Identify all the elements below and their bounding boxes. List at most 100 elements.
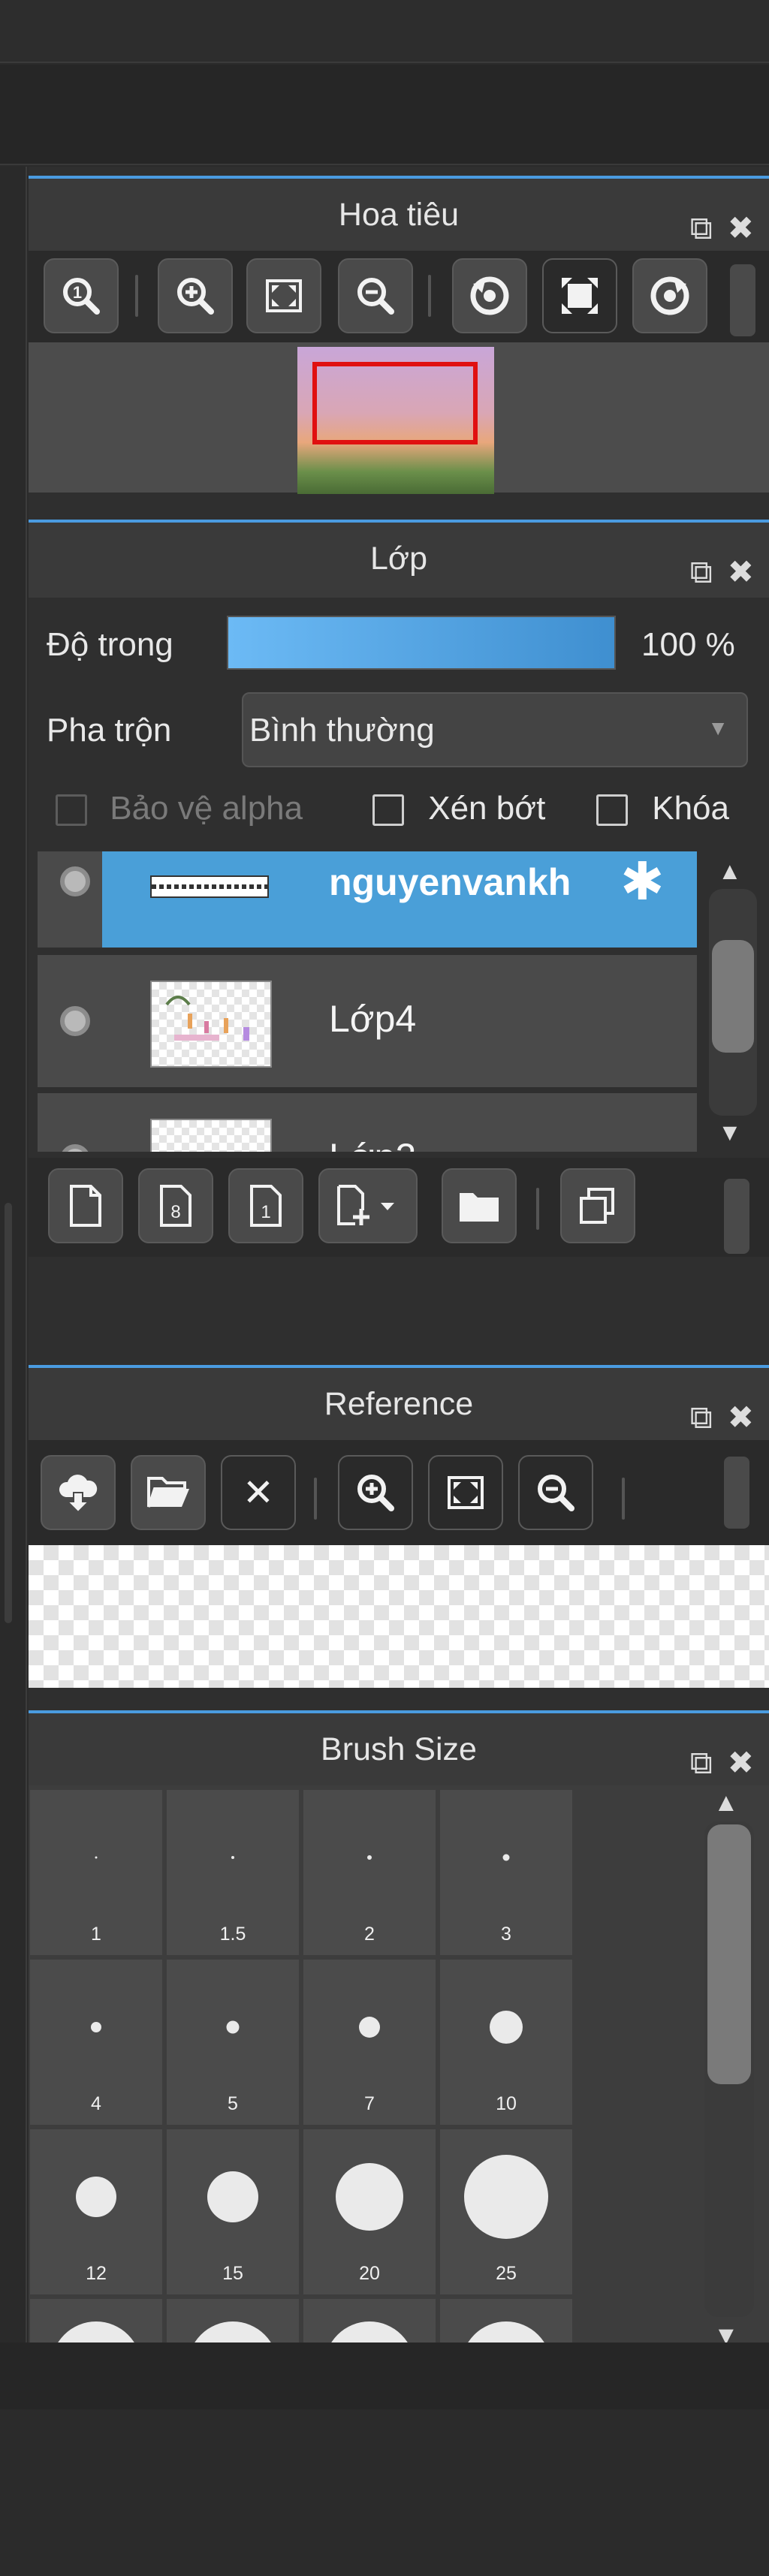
- scrollbar-thumb[interactable]: [712, 940, 754, 1053]
- close-icon[interactable]: ✖: [728, 554, 754, 589]
- brush-size-cell[interactable]: [440, 2299, 572, 2344]
- clip-option[interactable]: Xén bớt: [372, 790, 545, 827]
- reference-fit-screen-button[interactable]: [428, 1455, 503, 1530]
- duplicate-layer-button[interactable]: [560, 1168, 635, 1243]
- layer-row-selected[interactable]: nguyenvankh ✱: [38, 851, 697, 948]
- protect-alpha-label: Bảo vệ alpha: [110, 790, 303, 827]
- add-layer-menu-icon: [337, 1185, 394, 1225]
- new-8bit-layer-button[interactable]: 8: [138, 1168, 213, 1243]
- brush-size-cell[interactable]: 1.5: [167, 1790, 299, 1955]
- scrollbar-thumb[interactable]: [707, 1824, 751, 2084]
- brush-size-header: Brush Size ⧉ ✖: [29, 1710, 769, 1788]
- clip-checkbox[interactable]: [372, 794, 404, 827]
- lock-checkbox[interactable]: [596, 794, 628, 827]
- layer-toolbar-overflow[interactable]: [724, 1179, 749, 1254]
- brush-size-scrollbar[interactable]: ▲ ▼: [698, 1785, 758, 2356]
- brush-size-cell[interactable]: 15: [167, 2129, 299, 2294]
- layer-name: nguyenvankh: [329, 861, 571, 903]
- brush-dot: [51, 2321, 141, 2344]
- layer-list-scrollbar[interactable]: ▲ ▼: [706, 851, 760, 1152]
- reference-title: Reference: [324, 1386, 474, 1422]
- brush-size-grid: 1 1.5 2 3 4 5 7 10 12 15 20 25 ▲ ▼: [29, 1785, 769, 2371]
- opacity-slider[interactable]: [227, 616, 616, 670]
- brush-size-label: 10: [496, 2093, 517, 2114]
- brush-size-cell[interactable]: 1: [30, 1790, 162, 1955]
- brush-size-cell[interactable]: 3: [440, 1790, 572, 1955]
- rotate-left-button[interactable]: [452, 258, 527, 333]
- layer-name: Lớp2: [329, 1135, 416, 1152]
- open-folder-button[interactable]: [131, 1455, 206, 1530]
- zoom-out-button[interactable]: [338, 258, 413, 333]
- close-reference-button[interactable]: ✕: [221, 1455, 296, 1530]
- brush-dot: [359, 2017, 380, 2038]
- zoom-out-icon: [357, 278, 394, 315]
- brush-dot: [207, 2171, 258, 2222]
- load-cloud-button[interactable]: [41, 1455, 116, 1530]
- brush-dot: [336, 2163, 403, 2231]
- brush-size-cell[interactable]: 20: [303, 2129, 436, 2294]
- close-icon[interactable]: ✖: [728, 1399, 754, 1435]
- reference-toolbar-overflow[interactable]: [724, 1457, 749, 1529]
- duplicate-layer-icon: [580, 1188, 614, 1224]
- new-folder-button[interactable]: [442, 1168, 517, 1243]
- reference-zoom-in-button[interactable]: [338, 1455, 413, 1530]
- fit-window-button[interactable]: [542, 258, 617, 333]
- scroll-up-icon[interactable]: ▲: [718, 857, 742, 885]
- brush-size-cell[interactable]: [303, 2299, 436, 2344]
- scroll-down-icon[interactable]: ▼: [718, 1119, 742, 1146]
- fit-screen-icon: [266, 279, 302, 312]
- layer-title: Lớp: [369, 541, 428, 577]
- brush-dot: [91, 2022, 101, 2032]
- brush-size-cell[interactable]: 12: [30, 2129, 162, 2294]
- brush-size-cell[interactable]: 2: [303, 1790, 436, 1955]
- lock-option[interactable]: Khóa: [596, 790, 729, 827]
- visibility-toggle[interactable]: [60, 866, 90, 896]
- brush-size-label: 15: [222, 2263, 243, 2284]
- zoom-in-button[interactable]: [158, 258, 233, 333]
- new-1bit-layer-button[interactable]: 1: [228, 1168, 303, 1243]
- detach-icon[interactable]: ⧉: [690, 554, 713, 589]
- rotate-left-icon: [470, 276, 509, 315]
- visibility-toggle[interactable]: [60, 1144, 90, 1152]
- layer-row[interactable]: nnrkl Lớp2: [38, 1093, 697, 1152]
- brush-size-cell[interactable]: [30, 2299, 162, 2344]
- blend-mode-select[interactable]: Bình thường ▼: [242, 692, 748, 767]
- brush-size-cell[interactable]: [167, 2299, 299, 2344]
- brush-size-cell[interactable]: 7: [303, 1960, 436, 2125]
- brush-size-label: 3: [501, 1924, 511, 1945]
- viewport-frame[interactable]: [312, 362, 478, 444]
- brush-size-label: 2: [364, 1924, 375, 1945]
- navigator-preview-area[interactable]: [29, 342, 769, 494]
- brush-size-label: 25: [496, 2263, 517, 2284]
- detach-icon[interactable]: ⧉: [690, 1399, 713, 1435]
- scroll-up-icon[interactable]: ▲: [713, 1788, 739, 1818]
- close-icon[interactable]: ✖: [728, 1745, 754, 1780]
- navigator-title: Hoa tiêu: [338, 197, 460, 233]
- visibility-toggle[interactable]: [60, 1006, 90, 1036]
- rotate-right-button[interactable]: [632, 258, 707, 333]
- protect-alpha-option[interactable]: Bảo vệ alpha: [56, 790, 303, 827]
- layer-footer-toolbar: 8 1: [29, 1158, 769, 1257]
- brush-size-cell[interactable]: 10: [440, 1960, 572, 2125]
- reference-zoom-out-button[interactable]: [518, 1455, 593, 1530]
- layer-thumbnail: [150, 875, 269, 898]
- visibility-column: [38, 851, 102, 948]
- zoom-actual-button[interactable]: 1: [44, 258, 119, 333]
- brush-size-cell[interactable]: 4: [30, 1960, 162, 2125]
- detach-icon[interactable]: ⧉: [690, 1745, 713, 1780]
- fit-screen-button[interactable]: [246, 258, 321, 333]
- brush-size-cell[interactable]: 25: [440, 2129, 572, 2294]
- brush-size-cell[interactable]: 5: [167, 1960, 299, 2125]
- navigator-toolbar-overflow[interactable]: [730, 264, 755, 336]
- reference-canvas[interactable]: [29, 1545, 769, 1688]
- close-icon[interactable]: ✖: [728, 210, 754, 246]
- add-layer-menu-button[interactable]: [318, 1168, 418, 1243]
- protect-alpha-checkbox[interactable]: [56, 794, 87, 827]
- new-layer-button[interactable]: [48, 1168, 123, 1243]
- detach-icon[interactable]: ⧉: [690, 210, 713, 246]
- canvas-scrollbar[interactable]: [5, 1203, 12, 1623]
- layer-row[interactable]: Lớp4: [38, 955, 697, 1087]
- toolbar-separator: [314, 1478, 317, 1520]
- brush-dot: [95, 1856, 98, 1859]
- bottom-status-area: [0, 2343, 769, 2409]
